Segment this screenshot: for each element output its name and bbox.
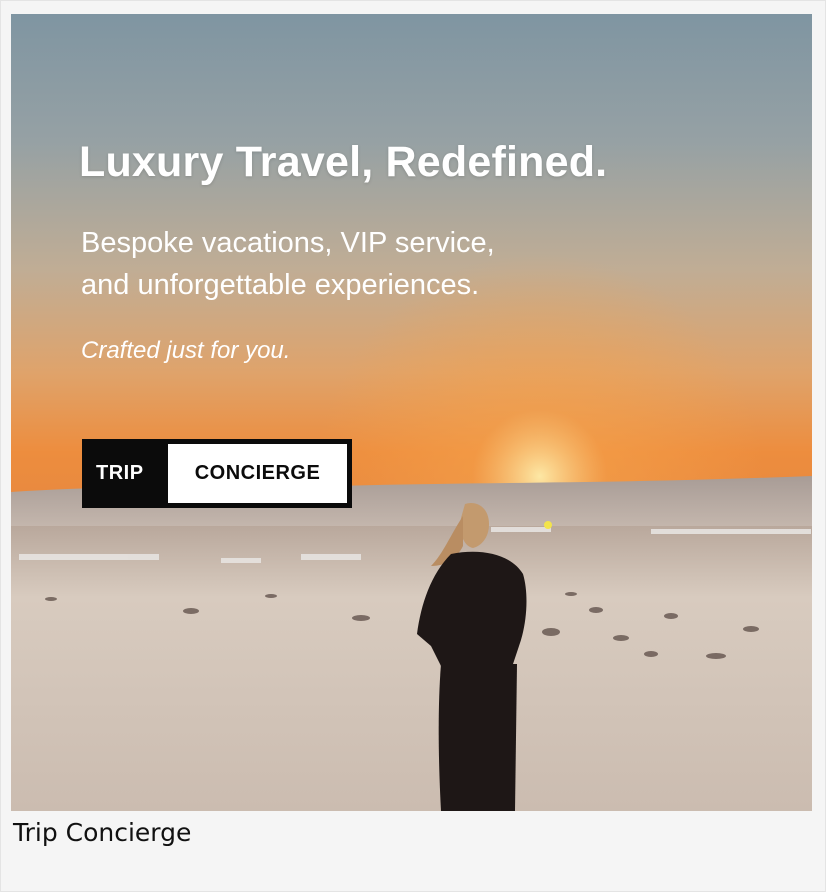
ad-tagline: Crafted just for you. (81, 337, 291, 364)
advertiser-caption[interactable]: Trip Concierge (13, 818, 191, 847)
ad-card[interactable]: Luxury Travel, Redefined. Bespoke vacati… (11, 14, 812, 811)
desert-sunset-photo (11, 14, 812, 811)
ad-subline-2: and unforgettable experiences. (81, 269, 480, 301)
logo-word-trip: TRIP (96, 462, 144, 484)
logo-word-concierge: CONCIERGE (168, 444, 347, 503)
trip-concierge-logo[interactable]: TRIP CONCIERGE (82, 439, 352, 508)
ad-headline: Luxury Travel, Redefined. (79, 138, 608, 186)
ad-subline-1: Bespoke vacations, VIP service, (81, 227, 495, 259)
